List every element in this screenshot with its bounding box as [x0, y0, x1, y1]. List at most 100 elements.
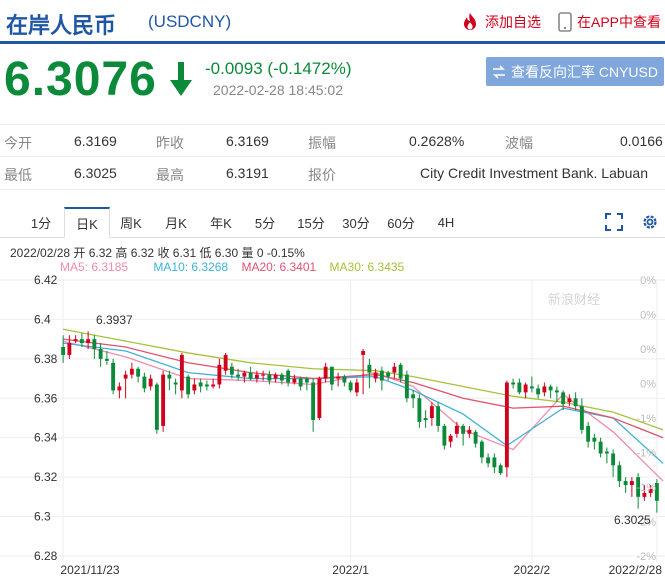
- candle-body: [354, 382, 359, 393]
- pct-tick-label: -2%: [636, 551, 656, 563]
- candle-body: [623, 481, 628, 486]
- candle-body: [454, 425, 459, 434]
- quote-timestamp: 2022-02-28 18:45:02: [213, 82, 343, 98]
- candle-body: [217, 364, 222, 385]
- symbol-code: (USDCNY): [148, 12, 232, 31]
- candle-body: [254, 374, 259, 379]
- candle-body: [298, 378, 303, 387]
- prev-close-value: 6.3169: [226, 133, 269, 149]
- candle-body: [261, 374, 266, 376]
- candle-body: [579, 406, 584, 430]
- settings-icon[interactable]: [641, 213, 659, 231]
- candle-body: [473, 431, 478, 444]
- low-annotation: 6.3025: [614, 513, 651, 527]
- current-price: 6.3076: [4, 53, 157, 106]
- candle-body: [317, 378, 322, 418]
- pct-tick-label: -1%: [636, 413, 656, 425]
- candle-body: [392, 366, 397, 373]
- stats-table: 今开 6.3169 昨收 6.3169 振幅 0.2628% 波幅 0.0166…: [0, 124, 665, 190]
- candle-body: [86, 339, 91, 344]
- candle-body: [279, 374, 284, 381]
- kline-chart[interactable]: 新浪财经 6.42 6.4 6.38 6.36 6.34 6.32 6.3 6.28 0% 0% 0…: [0, 240, 665, 578]
- reverse-rate-label: 查看反向汇率 CNYUSD: [510, 63, 658, 80]
- candle-body: [598, 441, 603, 454]
- x-tick-label: 2022/2: [514, 563, 551, 577]
- candle-body: [173, 382, 178, 385]
- candle-body: [429, 406, 434, 418]
- open-label: 今开: [4, 135, 32, 151]
- x-tick-label: 2022/1: [332, 563, 369, 577]
- tab-30min[interactable]: 30分: [337, 207, 375, 238]
- candle-body: [267, 374, 272, 381]
- candle-body: [111, 362, 116, 391]
- candle-body: [561, 392, 566, 405]
- candle-body: [192, 384, 197, 391]
- candle-body: [79, 339, 84, 344]
- quote-source-value: City Credit Investment Bank. Labuan: [420, 165, 649, 181]
- phone-icon: [558, 12, 572, 32]
- open-in-app-link[interactable]: 在APP中查看: [558, 12, 661, 32]
- tab-yearly[interactable]: 年K: [202, 207, 240, 238]
- high-label: 最高: [156, 167, 184, 183]
- reverse-rate-button[interactable]: 查看反向汇率 CNYUSD: [486, 57, 664, 86]
- candle-body: [342, 376, 347, 383]
- candle-body: [198, 382, 203, 387]
- tab-1min[interactable]: 1分: [22, 207, 60, 238]
- candle-body: [329, 366, 334, 385]
- candle-body: [186, 376, 191, 395]
- x-tick-label: 2021/11/23: [60, 563, 119, 577]
- candle-body: [536, 388, 541, 395]
- tab-60min[interactable]: 60分: [382, 207, 420, 238]
- candle-body: [379, 370, 384, 381]
- candle-body: [586, 425, 591, 442]
- candle-body: [323, 366, 328, 379]
- low-value: 6.3025: [74, 165, 117, 181]
- candle-body: [361, 350, 366, 355]
- candle-body: [617, 465, 622, 482]
- low-label: 最低: [4, 167, 32, 183]
- candle-body: [154, 384, 159, 430]
- prev-close-label: 昨收: [156, 135, 184, 151]
- candle-body: [461, 425, 466, 434]
- amplitude-label: 振幅: [308, 135, 336, 151]
- high-annotation: 6.3937: [96, 313, 133, 327]
- candle-body: [404, 374, 409, 399]
- add-favorite-button[interactable]: 添加自选: [460, 12, 541, 32]
- tab-weekly[interactable]: 周K: [112, 207, 150, 238]
- tab-5min[interactable]: 5分: [246, 207, 284, 238]
- tab-monthly[interactable]: 月K: [157, 207, 195, 238]
- candle-body: [467, 429, 472, 434]
- candle-body: [211, 384, 216, 387]
- candle-body: [229, 366, 234, 375]
- range-label: 波幅: [505, 135, 533, 151]
- candle-body: [611, 453, 616, 466]
- tab-daily[interactable]: 日K: [64, 207, 110, 238]
- candle-body: [517, 382, 522, 393]
- candle-body: [386, 372, 391, 377]
- candle-body: [161, 374, 166, 426]
- pct-tick-label: -1%: [636, 482, 656, 494]
- range-value: 0.0166: [620, 133, 663, 149]
- candle-body: [292, 378, 297, 383]
- candle-body: [98, 349, 103, 359]
- candle-body: [248, 372, 253, 379]
- pct-tick-label: 0%: [640, 310, 656, 322]
- candle-body: [273, 374, 278, 379]
- pct-tick-label: 0%: [640, 379, 656, 391]
- candle-body: [417, 398, 422, 422]
- open-in-app-label: 在APP中查看: [577, 14, 662, 30]
- tab-15min[interactable]: 15分: [292, 207, 330, 238]
- candle-body: [129, 368, 134, 375]
- candle-body: [504, 382, 509, 468]
- period-tabs: 1分 日K 周K 月K 年K 5分 15分 30分 60分 4H: [0, 207, 665, 238]
- candle-body: [61, 347, 66, 355]
- fire-icon: [464, 13, 476, 30]
- fullscreen-icon[interactable]: [605, 213, 623, 231]
- y-tick-label: 6.38: [34, 352, 58, 366]
- candle-body: [223, 354, 228, 371]
- stats-row: 最低 6.3025 最高 6.3191 报价 City Credit Inves…: [0, 157, 665, 190]
- tab-4h[interactable]: 4H: [427, 207, 465, 238]
- candle-body: [136, 368, 141, 377]
- candle-body: [336, 376, 341, 379]
- candle-body: [542, 386, 547, 393]
